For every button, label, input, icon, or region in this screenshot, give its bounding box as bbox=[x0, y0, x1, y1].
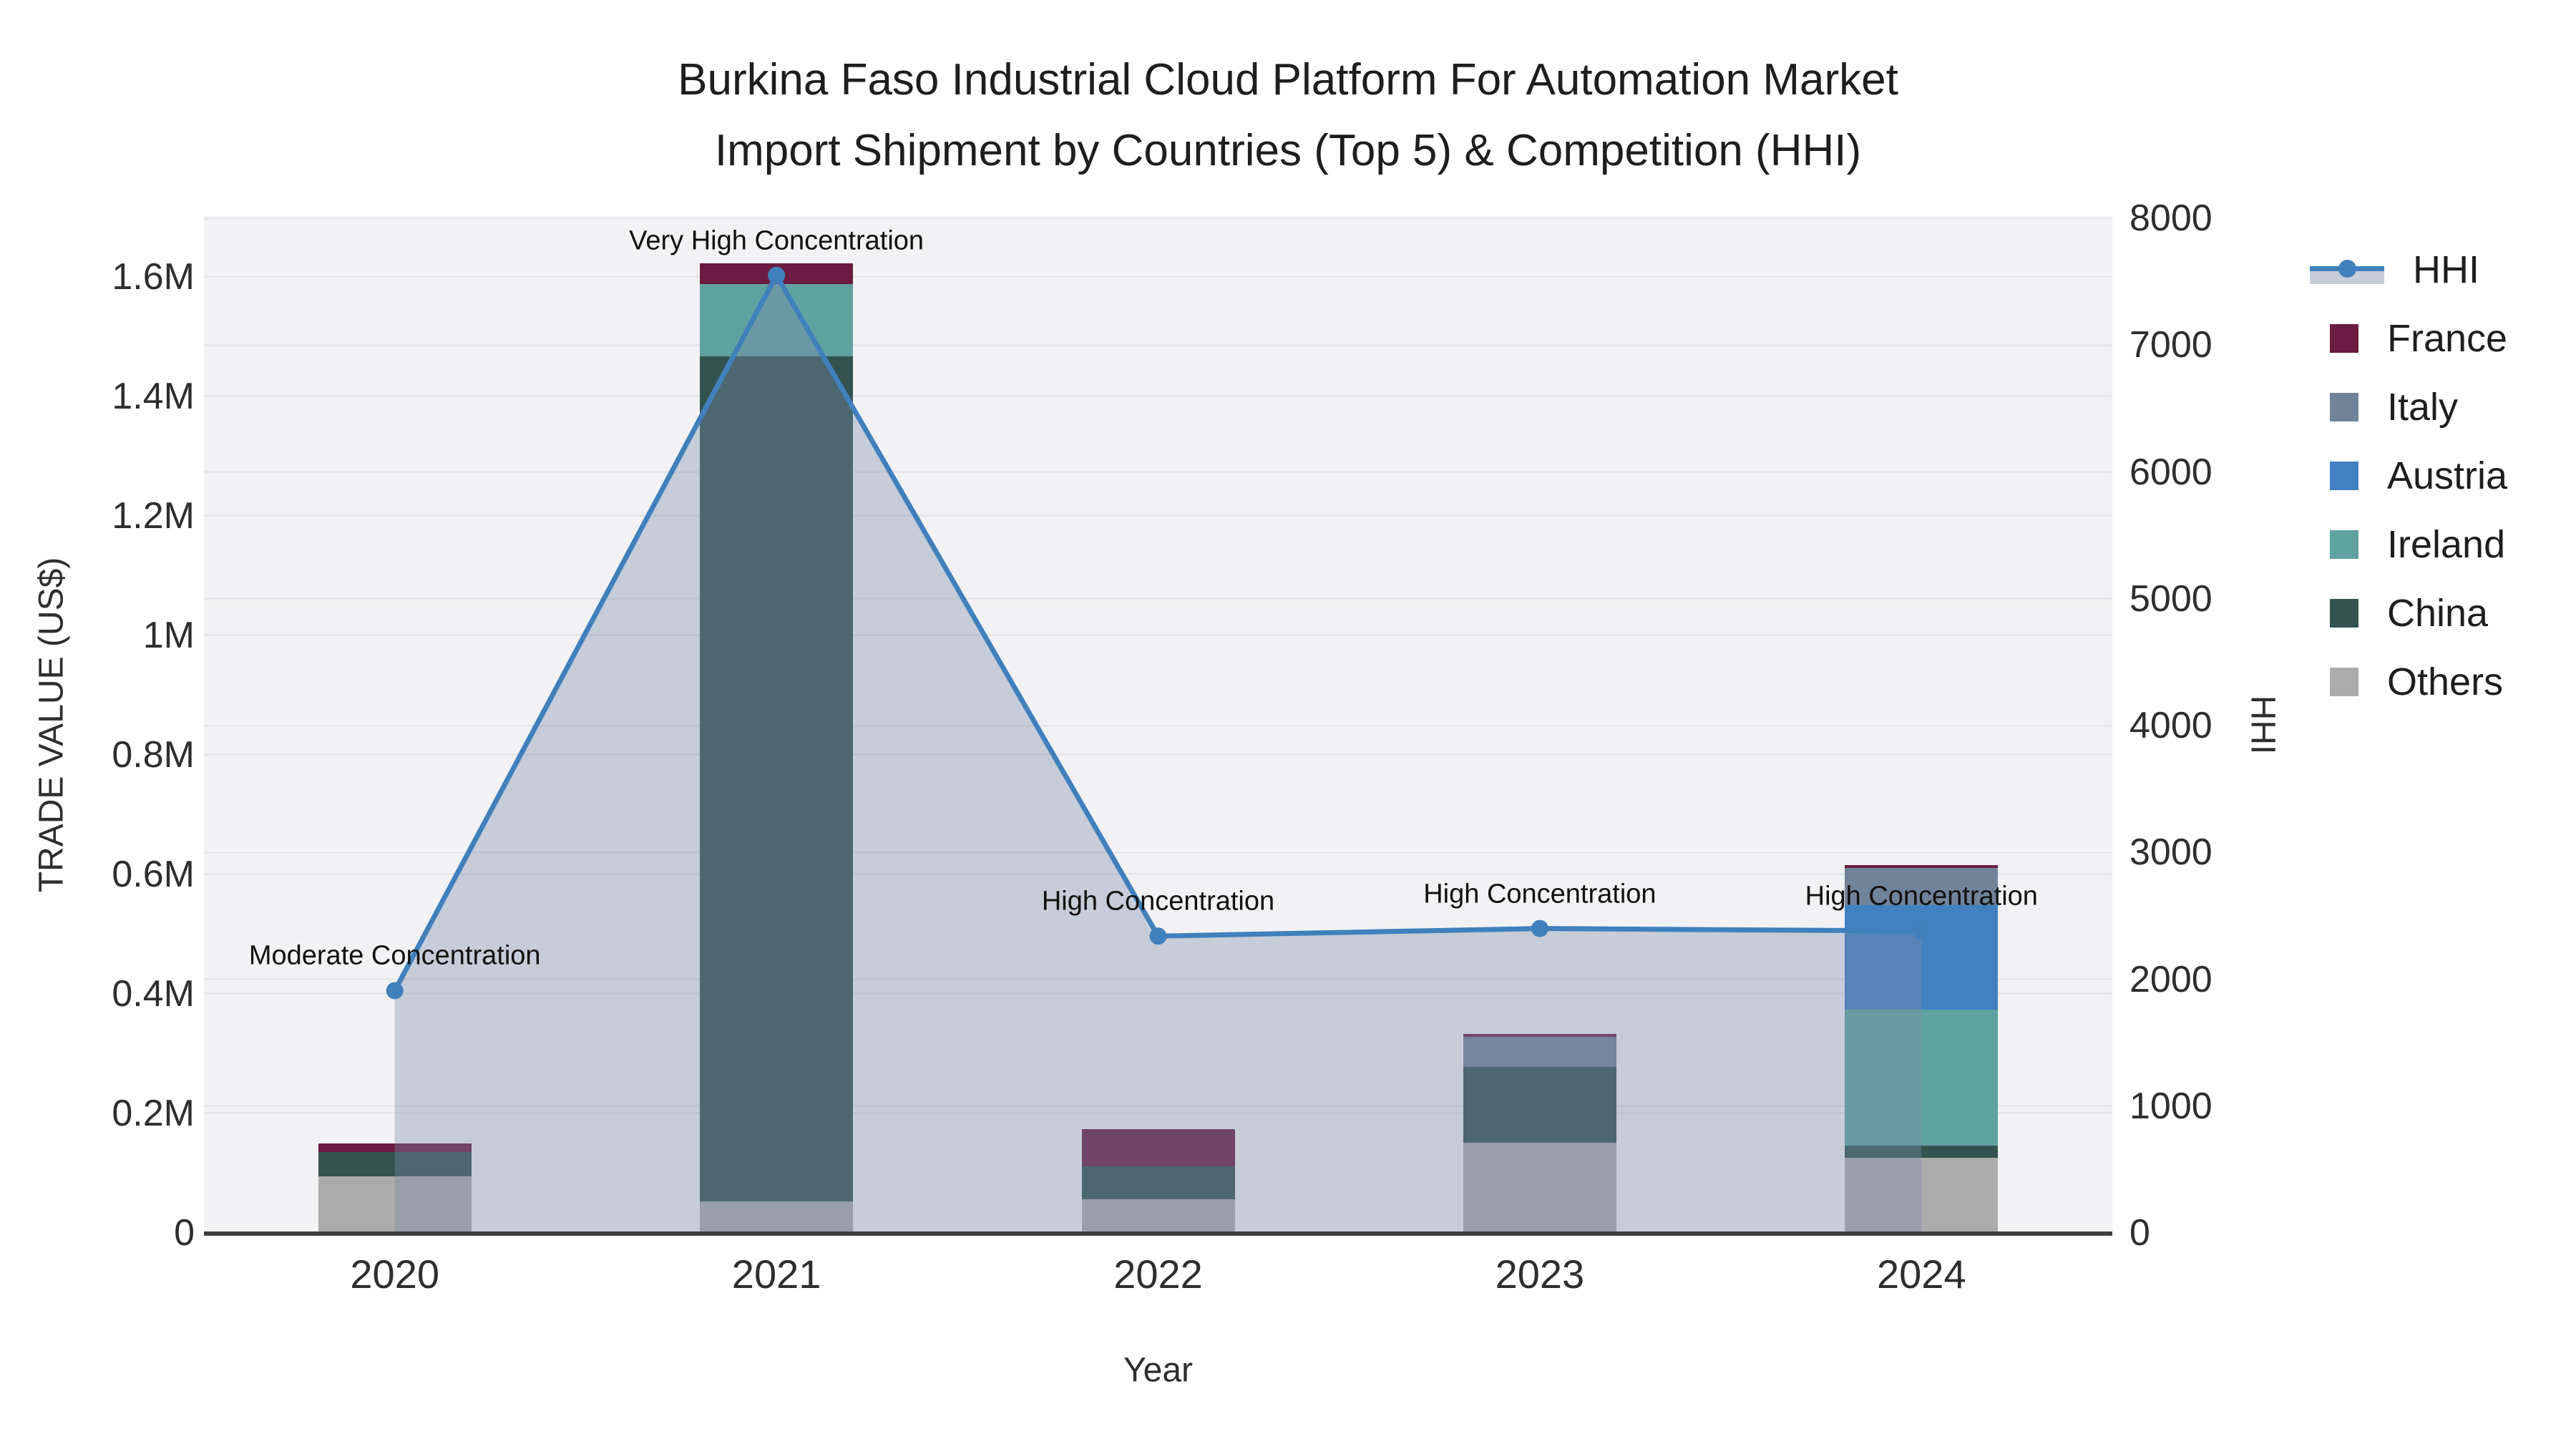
left-tick-1.4M: 1.4M bbox=[112, 375, 195, 417]
legend-item-italy[interactable]: Italy bbox=[2310, 385, 2458, 429]
annotation-2024: High Concentration bbox=[1805, 881, 2038, 912]
x-tick-2021: 2021 bbox=[731, 1252, 821, 1297]
right-axis-title: HHI bbox=[2243, 695, 2282, 754]
hhi-marker-2021 bbox=[768, 266, 786, 284]
ireland-swatch bbox=[2330, 530, 2358, 559]
legend-label-austria: Austria bbox=[2387, 454, 2508, 497]
right-tick-0: 0 bbox=[2129, 1212, 2150, 1254]
legend-item-hhi[interactable]: HHI bbox=[2310, 248, 2479, 292]
hhi-marker-2023 bbox=[1531, 919, 1548, 937]
chart-canvas: Moderate Concentration Very High Concentr… bbox=[0, 0, 2576, 1449]
hhi-marker-2020 bbox=[386, 982, 404, 1000]
legend-label-china: China bbox=[2387, 592, 2489, 635]
legend-label-hhi: HHI bbox=[2413, 248, 2479, 291]
x-axis-title: Year bbox=[1123, 1351, 1193, 1390]
left-tick-1.2M: 1.2M bbox=[112, 494, 195, 537]
annotation-2023: High Concentration bbox=[1423, 879, 1657, 909]
left-tick-0.4M: 0.4M bbox=[112, 972, 195, 1015]
annotation-2021: Very High Concentration bbox=[629, 225, 924, 256]
others-swatch bbox=[2330, 668, 2358, 696]
china-swatch bbox=[2330, 599, 2358, 628]
right-tick-7000: 7000 bbox=[2129, 324, 2212, 366]
right-tick-2000: 2000 bbox=[2129, 958, 2212, 1000]
hhi-marker-2022 bbox=[1149, 927, 1167, 945]
left-axis-title: TRADE VALUE (US$) bbox=[32, 557, 71, 892]
legend-item-ireland[interactable]: Ireland bbox=[2310, 522, 2505, 567]
right-tick-5000: 5000 bbox=[2129, 577, 2212, 620]
left-tick-0.2M: 0.2M bbox=[112, 1092, 195, 1134]
legend-item-france[interactable]: France bbox=[2310, 316, 2507, 361]
x-tick-2023: 2023 bbox=[1495, 1252, 1585, 1297]
legend-label-others: Others bbox=[2387, 660, 2504, 703]
right-tick-1000: 1000 bbox=[2129, 1085, 2212, 1127]
x-tick-2020: 2020 bbox=[350, 1252, 439, 1297]
hhi-legend-sample bbox=[2310, 254, 2384, 286]
right-tick-6000: 6000 bbox=[2129, 451, 2212, 493]
left-tick-0: 0 bbox=[174, 1212, 195, 1254]
x-tick-2024: 2024 bbox=[1877, 1252, 1966, 1297]
right-tick-8000: 8000 bbox=[2129, 197, 2212, 239]
chart-title-line2: Import Shipment by Countries (Top 5) & C… bbox=[714, 126, 1862, 175]
x-axis-line bbox=[204, 1231, 2112, 1236]
hhi-marker-2024 bbox=[1913, 922, 1931, 940]
annotation-2022: High Concentration bbox=[1041, 886, 1275, 917]
left-tick-1.6M: 1.6M bbox=[112, 255, 195, 298]
chart-title: Burkina Faso Industrial Cloud Platform F… bbox=[0, 44, 2576, 186]
annotation-2020: Moderate Concentration bbox=[248, 940, 541, 971]
x-tick-2022: 2022 bbox=[1113, 1252, 1203, 1297]
italy-swatch bbox=[2330, 393, 2358, 421]
legend-label-ireland: Ireland bbox=[2387, 523, 2506, 566]
legend-label-france: France bbox=[2387, 317, 2508, 360]
legend-label-italy: Italy bbox=[2387, 386, 2459, 429]
france-swatch bbox=[2330, 324, 2358, 353]
legend-item-austria[interactable]: Austria bbox=[2310, 454, 2507, 498]
chart-title-line1: Burkina Faso Industrial Cloud Platform F… bbox=[678, 55, 1898, 104]
hhi-marker-swatch bbox=[2338, 260, 2356, 278]
right-tick-4000: 4000 bbox=[2129, 705, 2212, 746]
right-tick-3000: 3000 bbox=[2129, 831, 2212, 874]
legend-item-china[interactable]: China bbox=[2310, 591, 2488, 635]
austria-swatch bbox=[2330, 462, 2358, 490]
hhi-area-fill bbox=[394, 275, 1922, 1234]
legend-item-others[interactable]: Others bbox=[2310, 660, 2503, 704]
